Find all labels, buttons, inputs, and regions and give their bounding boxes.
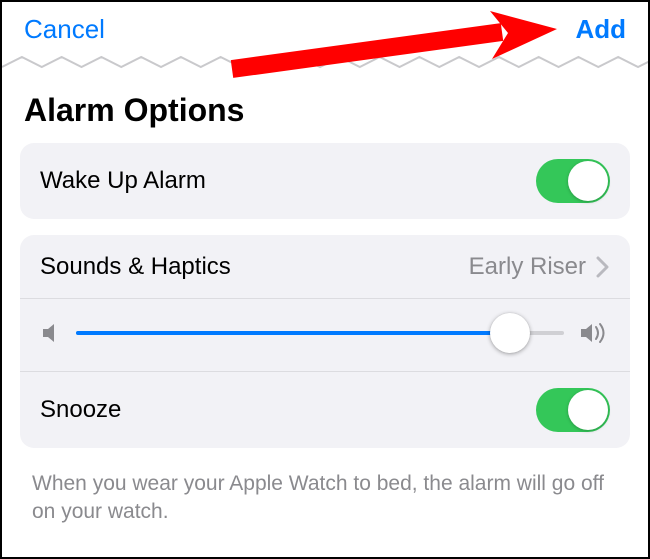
cancel-button[interactable]: Cancel [24, 14, 105, 45]
snooze-label: Snooze [40, 396, 536, 424]
torn-edge [2, 53, 648, 73]
chevron-right-icon [596, 256, 610, 278]
volume-low-icon [40, 321, 62, 345]
nav-bar: Cancel Add [2, 2, 648, 53]
sounds-card: Sounds & Haptics Early Riser Snooze [20, 235, 630, 448]
sounds-value: Early Riser [469, 253, 586, 281]
snooze-row[interactable]: Snooze [20, 372, 630, 448]
sounds-label: Sounds & Haptics [40, 253, 469, 281]
snooze-toggle[interactable] [536, 388, 610, 432]
volume-high-icon [578, 321, 610, 345]
footer-note: When you wear your Apple Watch to bed, t… [2, 464, 648, 527]
slider-knob[interactable] [490, 313, 530, 353]
add-button[interactable]: Add [575, 14, 626, 45]
wake-up-toggle[interactable] [536, 159, 610, 203]
slider-fill [76, 331, 510, 335]
wake-up-label: Wake Up Alarm [40, 167, 536, 195]
section-title: Alarm Options [2, 78, 648, 143]
wake-up-card: Wake Up Alarm [20, 143, 630, 219]
sounds-row[interactable]: Sounds & Haptics Early Riser [20, 235, 630, 299]
wake-up-row[interactable]: Wake Up Alarm [20, 143, 630, 219]
volume-row [20, 299, 630, 372]
volume-slider[interactable] [76, 311, 564, 355]
